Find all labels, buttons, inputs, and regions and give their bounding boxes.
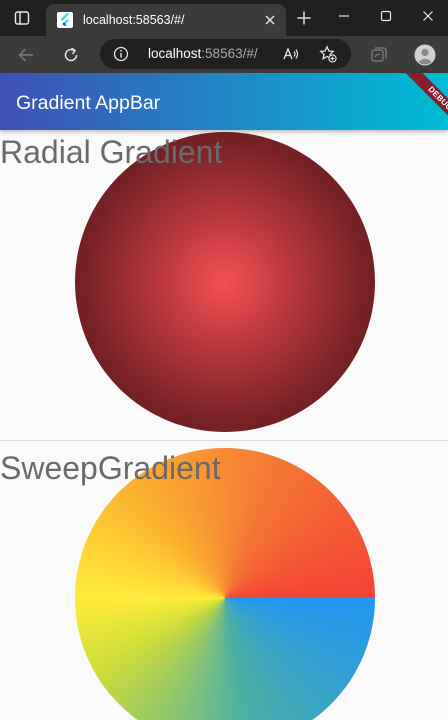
app-bar-title: Gradient AppBar (16, 92, 161, 114)
browser-toolbar: localhost:58563/#/ (0, 36, 448, 73)
refresh-icon (62, 46, 80, 64)
profile-button[interactable] (411, 41, 439, 69)
minimize-icon (338, 10, 350, 22)
info-icon (113, 46, 129, 62)
flutter-icon (57, 12, 73, 28)
tab-strip: localhost:58563/#/ (0, 0, 448, 36)
url-path: :58563/#/ (201, 46, 258, 61)
read-aloud-icon (282, 46, 300, 62)
app-bar: Gradient AppBar DEBUG (0, 73, 448, 130)
collections-button[interactable] (365, 41, 393, 69)
browser-window: localhost:58563/#/ localhost:58563/#/ Gr… (0, 0, 448, 720)
tab-actions-icon (14, 10, 30, 26)
collections-icon (370, 46, 388, 64)
maximize-button[interactable] (371, 4, 401, 28)
close-icon (264, 14, 276, 26)
debug-banner: DEBUG (401, 73, 448, 130)
add-favorite-button[interactable] (316, 43, 340, 65)
plus-icon (296, 10, 312, 26)
minimize-button[interactable] (329, 4, 359, 28)
tab-actions-button[interactable] (8, 6, 36, 30)
close-icon (422, 10, 434, 22)
maximize-icon (380, 10, 392, 22)
address-bar[interactable]: localhost:58563/#/ (100, 39, 351, 69)
browser-tab[interactable]: localhost:58563/#/ (46, 4, 286, 36)
url-host: localhost (148, 46, 202, 61)
refresh-button[interactable] (57, 41, 85, 69)
radial-gradient-circle (75, 132, 375, 432)
sweep-gradient-label: SweepGradient (0, 450, 221, 486)
new-tab-button[interactable] (292, 6, 316, 30)
section-divider (0, 440, 448, 441)
back-button[interactable] (12, 41, 40, 69)
star-plus-icon (319, 45, 337, 63)
site-info-button[interactable] (110, 44, 132, 64)
back-arrow-icon (17, 46, 35, 64)
close-tab-button[interactable] (260, 10, 280, 30)
close-window-button[interactable] (413, 4, 443, 28)
sweep-gradient-circle (75, 448, 375, 720)
read-aloud-button[interactable] (279, 43, 303, 65)
tab-title: localhost:58563/#/ (83, 13, 185, 27)
radial-gradient-label: Radial Gradient (0, 134, 223, 170)
profile-icon (414, 44, 436, 66)
url-text[interactable]: localhost:58563/#/ (148, 46, 258, 62)
